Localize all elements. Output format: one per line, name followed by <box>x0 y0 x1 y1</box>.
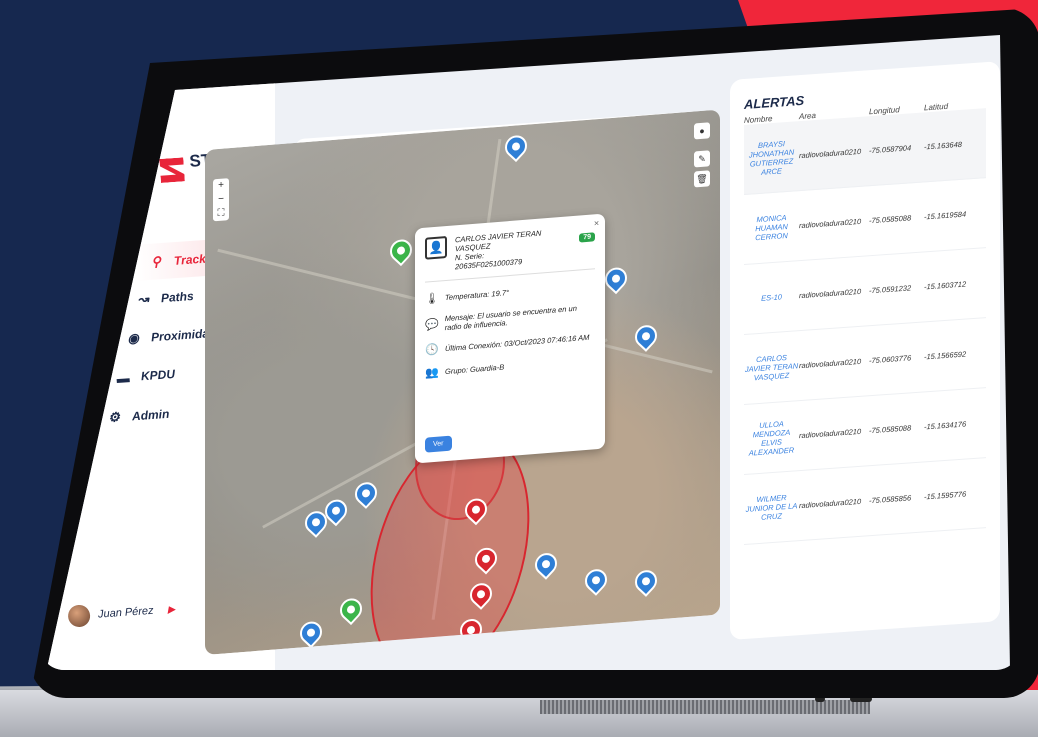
sidebar-item-label: Paths <box>160 288 195 306</box>
map-layer-button[interactable]: ● <box>694 122 710 140</box>
alert-area: radiovoladura0210 <box>799 216 862 231</box>
alert-longitude: -75.0585088 <box>869 213 912 226</box>
alert-name[interactable]: CARLOS JAVIER TERAN VASQUEZ <box>744 352 799 383</box>
id-card-icon: 👤 <box>425 235 447 260</box>
alert-latitude: -15.1595776 <box>924 489 967 502</box>
alert-area: radiovoladura0210 <box>799 146 862 161</box>
sidebar-item-proximidad[interactable]: ◉ Proximidad <box>125 325 217 347</box>
group-icon: 👥 <box>425 366 439 380</box>
alert-name[interactable]: WILMER JUNIOR DE LA CRUZ <box>744 492 799 523</box>
alert-area: radiovoladura0210 <box>799 356 862 371</box>
worker-pin[interactable] <box>630 320 662 352</box>
location-pin-icon: ⚲ <box>150 253 162 270</box>
worker-info-popup: × 79 👤 CARLOS JAVIER TERAN VASQUEZ N. Se… <box>415 213 605 464</box>
alert-latitude: -15.1603712 <box>924 279 967 292</box>
sidebar-item-admin[interactable]: ⚙ Admin <box>106 406 170 426</box>
last-connection-text: Última Conexión: 03/Oct/2023 07:46:16 AM <box>445 332 590 354</box>
worker-pin[interactable] <box>580 564 612 596</box>
alert-name[interactable]: MONICA HUAMAN CERRON <box>744 212 799 243</box>
station-pin[interactable] <box>335 593 367 626</box>
path-icon: ↝ <box>137 291 149 307</box>
worker-pin[interactable] <box>350 477 382 509</box>
worker-pin[interactable] <box>530 548 562 580</box>
alerts-panel: ALERTAS Nombre Area Longitud Latitud BRA… <box>730 61 1000 641</box>
laptop-vent <box>540 700 870 714</box>
alert-longitude: -75.0585856 <box>869 493 912 506</box>
temperature-row: 🌡 Temperatura: 19.7° <box>425 279 595 306</box>
app-window: STRACON Tech ⚲ Tracking ↝ Paths ◉ Proxim… <box>40 35 1010 670</box>
alert-longitude: -75.0585088 <box>869 423 912 436</box>
person-circle-icon: ◉ <box>126 330 140 347</box>
worker-pin[interactable] <box>295 617 327 649</box>
alert-name[interactable]: ULLOA MENDOZA ELVIS ALEXANDER <box>744 418 799 458</box>
trash-icon[interactable]: 🗑 <box>694 170 710 188</box>
alert-name[interactable]: BRAYSI JHONATHAN GUTIERREZ ARCE <box>744 138 799 178</box>
caret-right-icon[interactable]: ▶ <box>167 604 175 616</box>
edit-icon[interactable]: ✎ <box>694 150 710 168</box>
message-text: Mensaje: El usuario se encuentra en un r… <box>444 303 577 333</box>
zoom-controls[interactable]: + − ⛶ <box>213 178 229 222</box>
sidebar-item-kpdu[interactable]: ▬ KPDU <box>115 366 176 386</box>
alert-latitude: -15.1634176 <box>924 419 967 432</box>
worker-pin[interactable] <box>500 130 532 163</box>
alert-latitude: -15.1566592 <box>924 349 967 362</box>
sidebar-item-paths[interactable]: ↝ Paths <box>135 288 195 308</box>
worker-identity: 👤 CARLOS JAVIER TERAN VASQUEZ N. Serie: … <box>425 224 595 283</box>
alert-longitude: -75.0603776 <box>869 353 912 366</box>
alert-longitude: -75.0591232 <box>869 283 912 296</box>
card-icon: ▬ <box>116 369 131 386</box>
alert-latitude: -15.1619584 <box>924 209 967 222</box>
alert-area: radiovoladura0210 <box>799 426 862 441</box>
clock-icon: 🕓 <box>425 343 439 357</box>
alert-latitude: -15.163648 <box>924 139 962 152</box>
connection-row: 🕓 Última Conexión: 03/Oct/2023 07:46:16 … <box>425 330 595 357</box>
gear-icon: ⚙ <box>107 409 121 426</box>
battery-badge: 79 <box>579 232 595 243</box>
message-icon: 💬 <box>425 318 439 332</box>
thermometer-icon: 🌡 <box>425 292 439 306</box>
alert-area: radiovoladura0210 <box>799 286 862 301</box>
message-row: 💬 Mensaje: El usuario se encuentra en un… <box>425 302 595 333</box>
avatar <box>67 604 91 628</box>
alert-area: radiovoladura0210 <box>799 496 862 511</box>
sidebar-item-label: Admin <box>131 406 170 424</box>
map-view[interactable]: + − ⛶ ● ✎ 🗑 × 79 👤 CARLOS JAVIER TERAN V… <box>205 109 720 655</box>
station-pin[interactable] <box>385 235 417 267</box>
group-row: 👥 Grupo: Guardia-B <box>425 353 595 379</box>
laptop-screen: STRACON Tech ⚲ Tracking ↝ Paths ◉ Proxim… <box>40 35 1010 670</box>
group-text: Grupo: Guardia-B <box>445 362 505 377</box>
alert-name[interactable]: ES-10 <box>744 291 799 304</box>
user-name: Juan Pérez <box>97 604 154 621</box>
temperature-text: Temperatura: 19.7° <box>445 288 510 303</box>
stracon-logo-icon <box>159 157 185 183</box>
sidebar-item-label: KPDU <box>140 366 176 384</box>
worker-pin[interactable] <box>600 263 632 295</box>
close-icon[interactable]: × <box>594 218 599 228</box>
user-profile[interactable]: Juan Pérez ▶ <box>67 598 176 628</box>
alert-longitude: -75.0587904 <box>869 143 912 156</box>
worker-pin[interactable] <box>630 565 662 597</box>
ver-button[interactable]: Ver <box>425 435 452 453</box>
